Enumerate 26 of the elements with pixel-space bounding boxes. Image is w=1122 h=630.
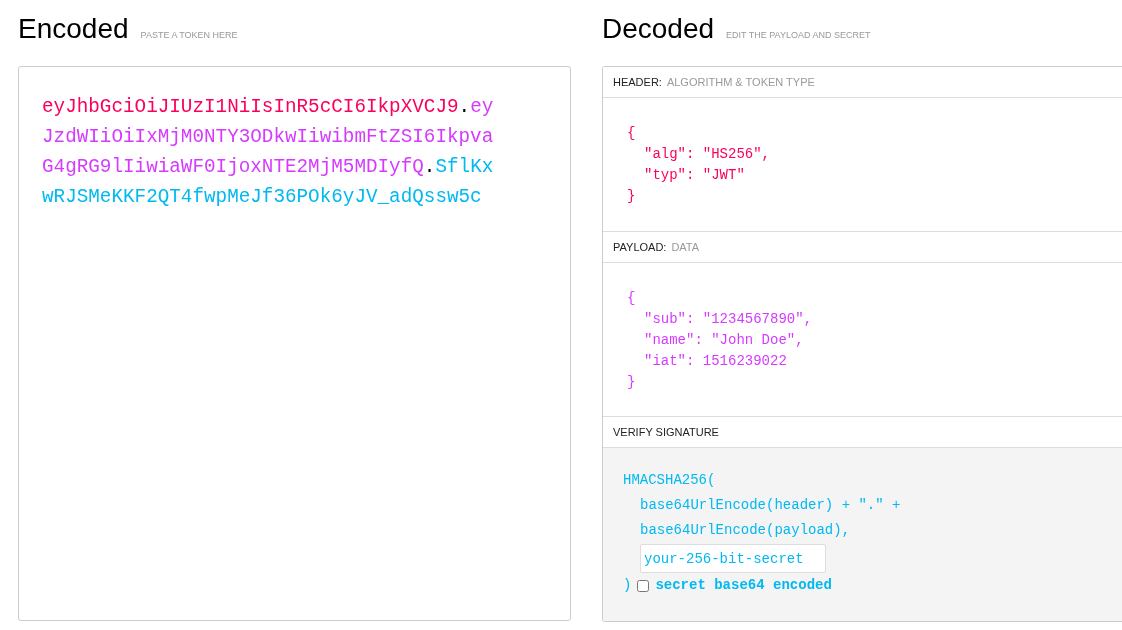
section-hint: EDIT THE PAYLOAD AND SECRET bbox=[726, 29, 871, 42]
secret-field[interactable]: your-256-bit-secret bbox=[640, 544, 826, 573]
encoded-token: eyJhbGciOiJIUzI1NiIsInR5cCI6IkpXVCJ9.eyJzdWIiOiIxMjM0NTY3ODkwIiwibmFtZSI6IkpvaG4gRG9lIiwiaWF0IjoxNTE2MjM5MDIyfQ.SflKxwRJSMeKKF2QT4fwpMeJf36POk6yJV_adQssw5c bbox=[42, 95, 495, 210]
code-line: base64UrlEncode(payload), bbox=[640, 521, 851, 540]
section-label: VERIFY SIGNATURE bbox=[613, 424, 719, 440]
section-sublabel: ALGORITHM & TOKEN TYPE bbox=[666, 74, 815, 90]
code-line: { bbox=[627, 124, 636, 143]
section-label: PAYLOAD: bbox=[613, 239, 667, 255]
code-line: "sub": "1234567890", bbox=[644, 310, 813, 329]
code-line: "iat": 1516239022 bbox=[644, 352, 787, 371]
token-input-panel[interactable]: eyJhbGciOiJIUzI1NiIsInR5cCI6IkpXVCJ9.eyJzdWIiOiIxMjM0NTY3ODkwIiwibmFtZSI6IkpvaG4gRG9lIiwiaWF0IjoxNTE2MjM5MDIyfQ.SflKxwRJSMeKKF2QT4fwpMeJf36POk6yJV_adQssw5c bbox=[18, 66, 571, 621]
code-line: } bbox=[627, 187, 636, 206]
code-line: base64UrlEncode(header) + "." + bbox=[640, 496, 901, 515]
section-title: Decoded bbox=[602, 12, 715, 46]
code-line: "typ": "JWT" bbox=[644, 166, 745, 185]
code-line: HMACSHA256( bbox=[623, 471, 716, 490]
code-line: { bbox=[627, 289, 636, 308]
section-sublabel: DATA bbox=[671, 239, 700, 255]
section-hint: PASTE A TOKEN HERE bbox=[140, 29, 238, 42]
code-line: "name": "John Doe", bbox=[644, 331, 804, 350]
code-line: "alg": "HS256", bbox=[644, 145, 771, 164]
section-title: Encoded bbox=[18, 12, 129, 46]
code-line: } bbox=[627, 373, 636, 392]
section-label: HEADER: bbox=[613, 74, 662, 90]
code-line: ) bbox=[623, 576, 632, 595]
base64-checkbox[interactable] bbox=[637, 579, 650, 592]
